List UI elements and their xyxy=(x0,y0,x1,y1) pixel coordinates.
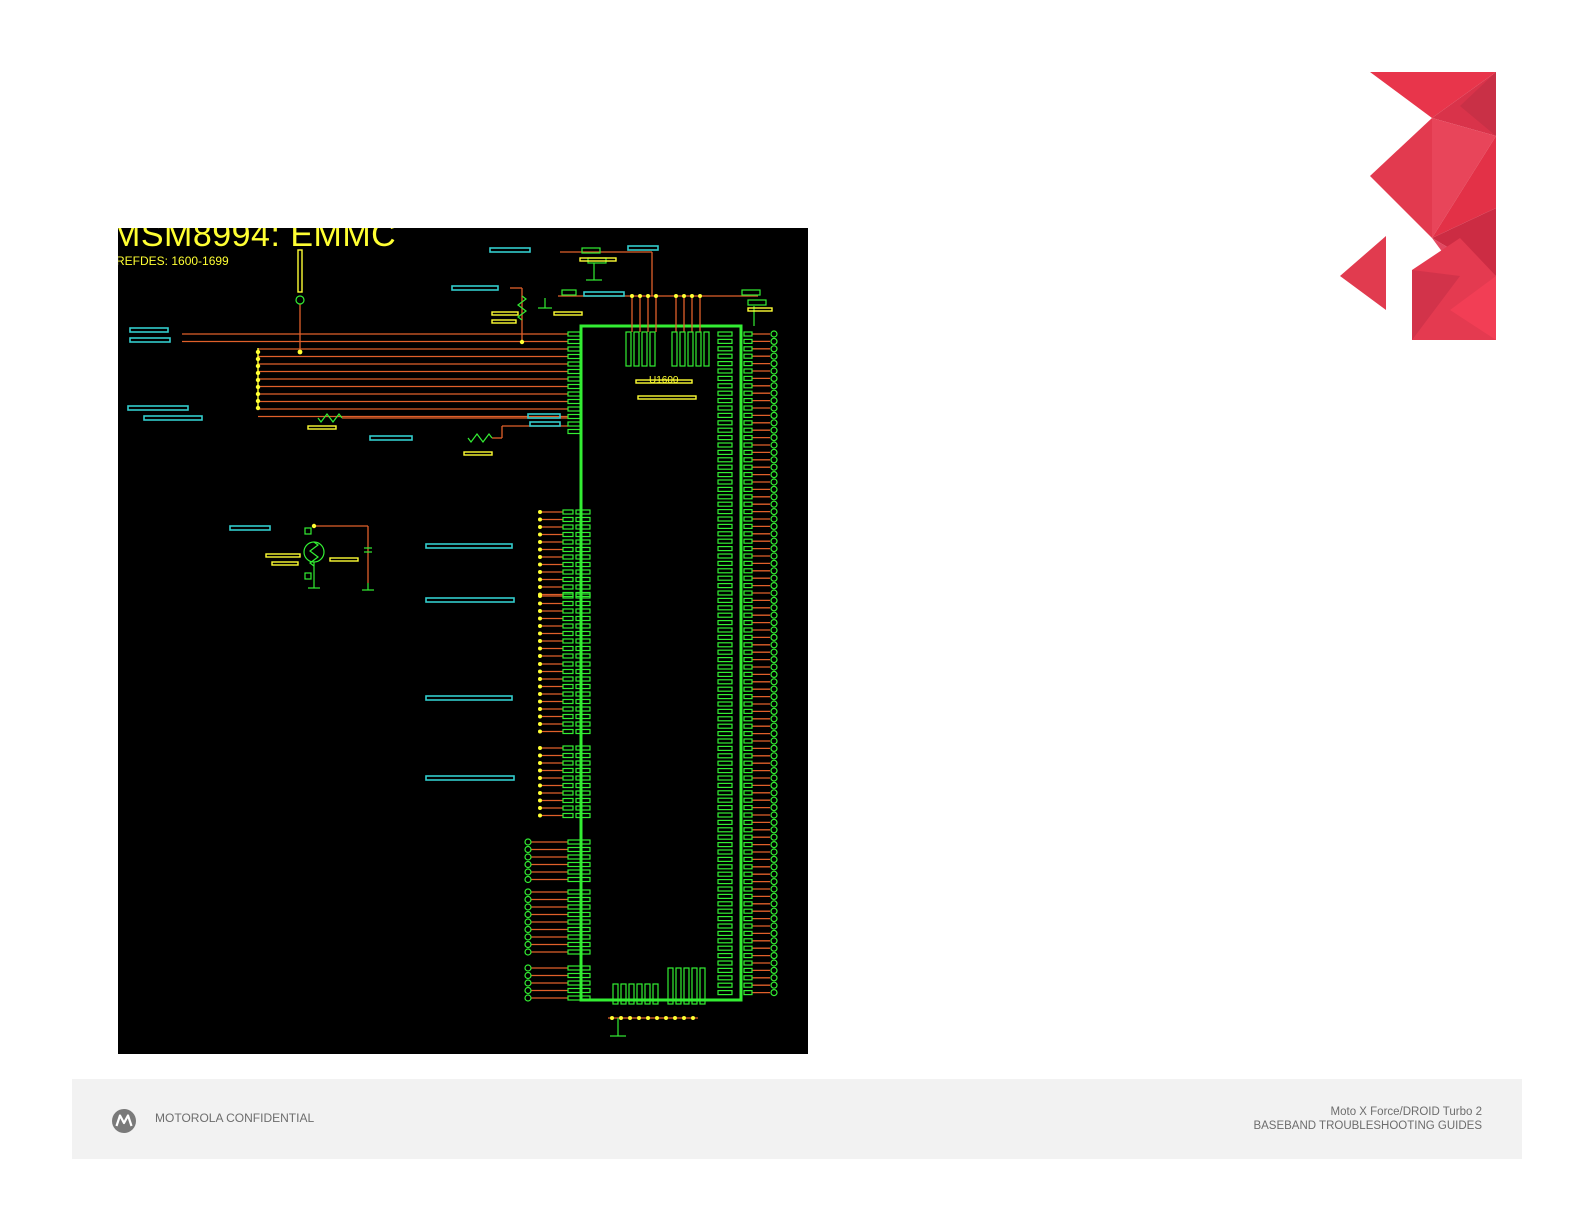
chip-refdes-label: U1600 xyxy=(649,375,679,386)
triangle-mosaic-decoration xyxy=(1340,72,1496,340)
schematic-drawing xyxy=(127,245,778,1037)
footer-bar: MOTOROLA CONFIDENTIAL Moto X Force/DROID… xyxy=(72,1079,1522,1159)
footer-product-info: Moto X Force/DROID Turbo 2 BASEBAND TROU… xyxy=(1253,1105,1482,1133)
confidential-label: MOTOROLA CONFIDENTIAL xyxy=(155,1111,315,1125)
schematic-title: MSM8994: EMMC xyxy=(118,228,397,254)
emmc-schematic-image: MSM8994: EMMC REFDES: 1600-1699 U1600 xyxy=(118,228,808,1054)
schematic-subtitle: REFDES: 1600-1699 xyxy=(118,254,229,268)
product-name: Moto X Force/DROID Turbo 2 xyxy=(1330,1106,1482,1118)
guide-title: BASEBAND TROUBLESHOOTING GUIDES xyxy=(1253,1120,1482,1132)
motorola-batwing-icon xyxy=(112,1109,136,1133)
